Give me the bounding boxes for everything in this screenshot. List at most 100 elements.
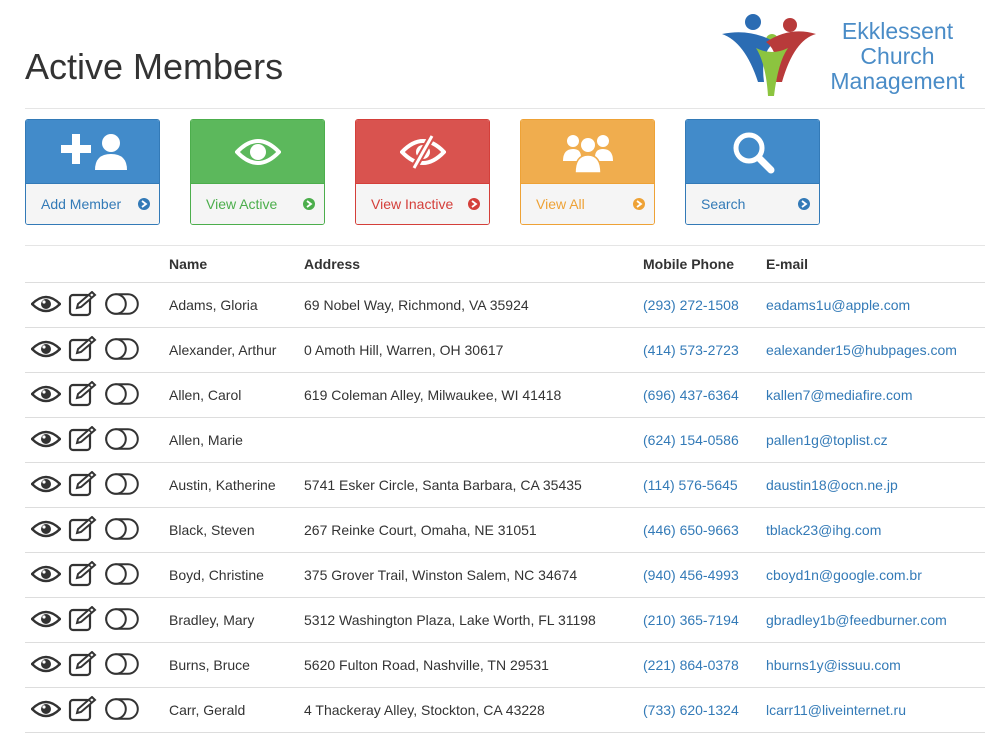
view-member-icon[interactable] <box>30 474 62 497</box>
members-table: Name Address Mobile Phone E-mail Adams, … <box>25 246 985 733</box>
toggle-active-icon[interactable] <box>105 337 139 363</box>
member-phone-link[interactable]: (293) 272-1508 <box>643 297 739 313</box>
toggle-active-icon[interactable] <box>105 607 139 633</box>
edit-member-icon[interactable] <box>68 380 98 410</box>
view-inactive-label: View Inactive <box>371 196 454 212</box>
member-phone-link[interactable]: (114) 576-5645 <box>643 477 738 493</box>
member-phone-link[interactable]: (221) 864-0378 <box>643 657 739 673</box>
arrow-right-icon <box>138 198 150 210</box>
view-member-icon[interactable] <box>30 384 62 407</box>
row-actions <box>25 687 161 733</box>
edit-member-icon[interactable] <box>68 290 98 320</box>
row-actions <box>25 642 161 688</box>
member-address: 619 Coleman Alley, Milwaukee, WI 41418 <box>296 372 635 418</box>
member-email-link[interactable]: lcarr11@liveinternet.ru <box>766 702 906 718</box>
add-member-label: Add Member <box>41 196 122 212</box>
arrow-right-icon <box>303 198 315 210</box>
member-phone-cell: (210) 365-7194 <box>635 597 758 643</box>
search-button[interactable]: Search <box>685 119 820 225</box>
view-all-button[interactable]: View All <box>520 119 655 225</box>
table-row: Carr, Gerald 4 Thackeray Alley, Stockton,… <box>25 687 985 733</box>
member-email-cell: hburns1y@issuu.com <box>758 642 985 688</box>
edit-member-icon[interactable] <box>68 650 98 680</box>
edit-member-icon[interactable] <box>68 425 98 455</box>
member-phone-link[interactable]: (940) 456-4993 <box>643 567 739 583</box>
member-email-link[interactable]: daustin18@ocn.ne.jp <box>766 477 898 493</box>
member-phone-cell: (446) 650-9663 <box>635 507 758 553</box>
view-active-button[interactable]: View Active <box>190 119 325 225</box>
member-address: 375 Grover Trail, Winston Salem, NC 3467… <box>296 552 635 598</box>
member-phone-link[interactable]: (624) 154-0586 <box>643 432 739 448</box>
view-member-icon[interactable] <box>30 609 62 632</box>
toggle-active-icon[interactable] <box>105 472 139 498</box>
view-inactive-button[interactable]: View Inactive <box>355 119 490 225</box>
toggle-active-icon[interactable] <box>105 292 139 318</box>
member-address: 5620 Fulton Road, Nashville, TN 29531 <box>296 642 635 688</box>
table-row: Black, Steven 267 Reinke Court, Omaha, NE… <box>25 507 985 553</box>
member-phone-cell: (940) 456-4993 <box>635 552 758 598</box>
member-email-link[interactable]: ealexander15@hubpages.com <box>766 342 957 358</box>
view-all-label: View All <box>536 196 585 212</box>
toggle-active-icon[interactable] <box>105 562 139 588</box>
member-email-cell: cboyd1n@google.com.br <box>758 552 985 598</box>
row-actions <box>25 597 161 643</box>
member-name: Boyd, Christine <box>161 552 296 598</box>
row-actions <box>25 372 161 418</box>
edit-member-icon[interactable] <box>68 515 98 545</box>
eye-icon <box>234 138 281 165</box>
column-header-address: Address <box>296 246 635 283</box>
view-member-icon[interactable] <box>30 429 62 452</box>
member-phone-link[interactable]: (414) 573-2723 <box>643 342 739 358</box>
member-email-link[interactable]: kallen7@mediafire.com <box>766 387 913 403</box>
members-table-body: Adams, Gloria 69 Nobel Way, Richmond, VA … <box>25 282 985 733</box>
member-name: Allen, Marie <box>161 417 296 463</box>
toggle-active-icon[interactable] <box>105 652 139 678</box>
table-row: Boyd, Christine 375 Grover Trail, Winston… <box>25 552 985 598</box>
member-email-link[interactable]: hburns1y@issuu.com <box>766 657 901 673</box>
member-phone-cell: (114) 576-5645 <box>635 462 758 508</box>
toggle-active-icon[interactable] <box>105 697 139 723</box>
table-row: Adams, Gloria 69 Nobel Way, Richmond, VA … <box>25 282 985 328</box>
toggle-active-icon[interactable] <box>105 427 139 453</box>
table-row: Austin, Katherine 5741 Esker Circle, Sant… <box>25 462 985 508</box>
member-phone-link[interactable]: (446) 650-9663 <box>643 522 739 538</box>
member-address: 0 Amoth Hill, Warren, OH 30617 <box>296 327 635 373</box>
member-name: Carr, Gerald <box>161 687 296 733</box>
row-actions <box>25 417 161 463</box>
member-phone-cell: (696) 437-6364 <box>635 372 758 418</box>
row-actions <box>25 327 161 373</box>
table-row: Alexander, Arthur 0 Amoth Hill, Warren, O… <box>25 327 985 373</box>
member-phone-link[interactable]: (733) 620-1324 <box>643 702 739 718</box>
actions-column-header <box>25 246 161 283</box>
toggle-active-icon[interactable] <box>105 517 139 543</box>
add-user-icon <box>60 133 127 170</box>
edit-member-icon[interactable] <box>68 605 98 635</box>
member-email-link[interactable]: gbradley1b@feedburner.com <box>766 612 947 628</box>
member-email-link[interactable]: tblack23@ihg.com <box>766 522 881 538</box>
view-member-icon[interactable] <box>30 564 62 587</box>
member-phone-link[interactable]: (210) 365-7194 <box>643 612 739 628</box>
edit-member-icon[interactable] <box>68 470 98 500</box>
member-email-link[interactable]: pallen1g@toplist.cz <box>766 432 888 448</box>
member-email-cell: daustin18@ocn.ne.jp <box>758 462 985 508</box>
column-header-mobile-phone: Mobile Phone <box>635 246 758 283</box>
member-email-link[interactable]: eadams1u@apple.com <box>766 297 910 313</box>
member-phone-link[interactable]: (696) 437-6364 <box>643 387 739 403</box>
view-member-icon[interactable] <box>30 699 62 722</box>
view-member-icon[interactable] <box>30 339 62 362</box>
add-member-button[interactable]: Add Member <box>25 119 160 225</box>
member-phone-cell: (414) 573-2723 <box>635 327 758 373</box>
toggle-active-icon[interactable] <box>105 382 139 408</box>
edit-member-icon[interactable] <box>68 695 98 725</box>
member-email-link[interactable]: cboyd1n@google.com.br <box>766 567 922 583</box>
divider <box>25 108 985 109</box>
edit-member-icon[interactable] <box>68 335 98 365</box>
member-address <box>296 417 635 463</box>
member-phone-cell: (293) 272-1508 <box>635 282 758 328</box>
edit-member-icon[interactable] <box>68 560 98 590</box>
view-member-icon[interactable] <box>30 294 62 317</box>
member-phone-cell: (624) 154-0586 <box>635 417 758 463</box>
view-member-icon[interactable] <box>30 654 62 677</box>
view-member-icon[interactable] <box>30 519 62 542</box>
member-email-cell: tblack23@ihg.com <box>758 507 985 553</box>
